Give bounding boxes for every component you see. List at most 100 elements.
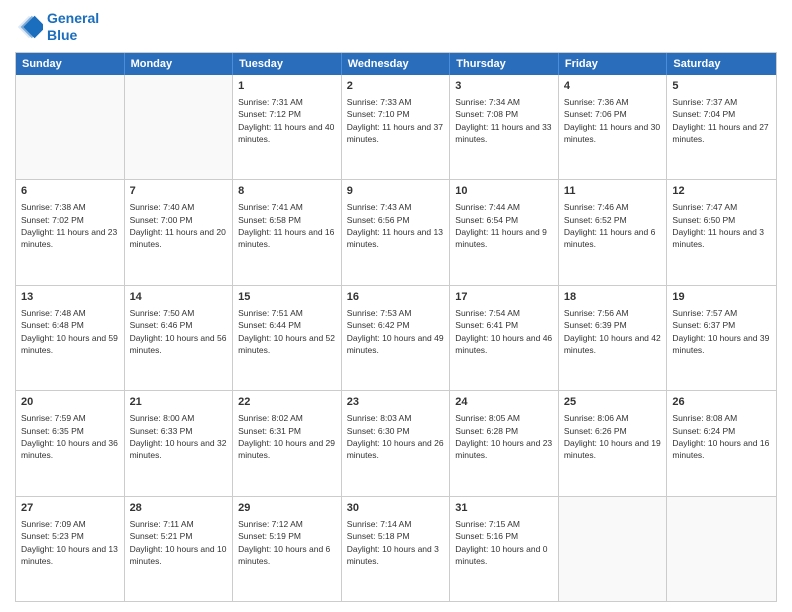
- day-number: 22: [238, 395, 336, 410]
- cell-info: Sunrise: 7:34 AMSunset: 7:08 PMDaylight:…: [455, 96, 553, 145]
- cell-info: Sunrise: 8:08 AMSunset: 6:24 PMDaylight:…: [672, 412, 771, 461]
- cell-info: Sunrise: 8:00 AMSunset: 6:33 PMDaylight:…: [130, 412, 228, 461]
- day-number: 7: [130, 184, 228, 199]
- day-number: 15: [238, 290, 336, 305]
- cell-info: Sunrise: 7:53 AMSunset: 6:42 PMDaylight:…: [347, 307, 445, 356]
- calendar-cell: 31 Sunrise: 7:15 AMSunset: 5:16 PMDayligh…: [450, 497, 559, 601]
- cell-info: Sunrise: 7:14 AMSunset: 5:18 PMDaylight:…: [347, 518, 445, 567]
- day-number: 8: [238, 184, 336, 199]
- cell-info: Sunrise: 7:36 AMSunset: 7:06 PMDaylight:…: [564, 96, 662, 145]
- day-number: 9: [347, 184, 445, 199]
- day-number: 24: [455, 395, 553, 410]
- cell-info: Sunrise: 7:56 AMSunset: 6:39 PMDaylight:…: [564, 307, 662, 356]
- cell-info: Sunrise: 7:48 AMSunset: 6:48 PMDaylight:…: [21, 307, 119, 356]
- calendar-cell: 6 Sunrise: 7:38 AMSunset: 7:02 PMDaylight…: [16, 180, 125, 284]
- calendar-body: 1Sunrise: 7:31 AMSunset: 7:12 PMDaylight…: [16, 75, 776, 601]
- calendar-cell: 28Sunrise: 7:11 AMSunset: 5:21 PMDayligh…: [125, 497, 234, 601]
- cell-info: Sunrise: 8:05 AMSunset: 6:28 PMDaylight:…: [455, 412, 553, 461]
- calendar-cell: 12Sunrise: 7:47 AMSunset: 6:50 PMDayligh…: [667, 180, 776, 284]
- day-number: 13: [21, 290, 119, 305]
- day-number: 31: [455, 501, 553, 516]
- day-number: 5: [672, 79, 771, 94]
- calendar-cell: 19 Sunrise: 7:57 AMSunset: 6:37 PMDayligh…: [667, 286, 776, 390]
- day-number: 10: [455, 184, 553, 199]
- weekday-header: Sunday: [16, 53, 125, 75]
- weekday-header: Wednesday: [342, 53, 451, 75]
- cell-info: Sunrise: 7:46 AMSunset: 6:52 PMDaylight:…: [564, 201, 662, 250]
- cell-info: Sunrise: 7:59 AMSunset: 6:35 PMDaylight:…: [21, 412, 119, 461]
- calendar-cell: 27Sunrise: 7:09 AMSunset: 5:23 PMDayligh…: [16, 497, 125, 601]
- calendar-cell: 1Sunrise: 7:31 AMSunset: 7:12 PMDaylight…: [233, 75, 342, 179]
- calendar-header: SundayMondayTuesdayWednesdayThursdayFrid…: [16, 53, 776, 75]
- calendar-cell: 9 Sunrise: 7:43 AMSunset: 6:56 PMDaylight…: [342, 180, 451, 284]
- page: General Blue SundayMondayTuesdayWednesda…: [0, 0, 792, 612]
- calendar-row: 27Sunrise: 7:09 AMSunset: 5:23 PMDayligh…: [16, 496, 776, 601]
- day-number: 26: [672, 395, 771, 410]
- weekday-header: Friday: [559, 53, 668, 75]
- cell-info: Sunrise: 7:57 AMSunset: 6:37 PMDaylight:…: [672, 307, 771, 356]
- calendar-cell: 3 Sunrise: 7:34 AMSunset: 7:08 PMDaylight…: [450, 75, 559, 179]
- day-number: 25: [564, 395, 662, 410]
- calendar-cell: 17 Sunrise: 7:54 AMSunset: 6:41 PMDayligh…: [450, 286, 559, 390]
- day-number: 17: [455, 290, 553, 305]
- cell-info: Sunrise: 7:43 AMSunset: 6:56 PMDaylight:…: [347, 201, 445, 250]
- calendar-row: 13 Sunrise: 7:48 AMSunset: 6:48 PMDayligh…: [16, 285, 776, 390]
- calendar-cell: 4 Sunrise: 7:36 AMSunset: 7:06 PMDaylight…: [559, 75, 668, 179]
- calendar-cell: 13 Sunrise: 7:48 AMSunset: 6:48 PMDayligh…: [16, 286, 125, 390]
- cell-info: Sunrise: 7:11 AMSunset: 5:21 PMDaylight:…: [130, 518, 228, 567]
- day-number: 12: [672, 184, 771, 199]
- calendar-cell: 30 Sunrise: 7:14 AMSunset: 5:18 PMDayligh…: [342, 497, 451, 601]
- cell-info: Sunrise: 7:50 AMSunset: 6:46 PMDaylight:…: [130, 307, 228, 356]
- calendar-cell: 10Sunrise: 7:44 AMSunset: 6:54 PMDayligh…: [450, 180, 559, 284]
- day-number: 2: [347, 79, 445, 94]
- header: General Blue: [15, 10, 777, 44]
- calendar-cell: 26 Sunrise: 8:08 AMSunset: 6:24 PMDayligh…: [667, 391, 776, 495]
- day-number: 20: [21, 395, 119, 410]
- calendar-cell: 29Sunrise: 7:12 AMSunset: 5:19 PMDayligh…: [233, 497, 342, 601]
- cell-info: Sunrise: 7:41 AMSunset: 6:58 PMDaylight:…: [238, 201, 336, 250]
- calendar-cell: 21 Sunrise: 8:00 AMSunset: 6:33 PMDayligh…: [125, 391, 234, 495]
- day-number: 6: [21, 184, 119, 199]
- cell-info: Sunrise: 7:15 AMSunset: 5:16 PMDaylight:…: [455, 518, 553, 567]
- calendar-cell: 8 Sunrise: 7:41 AMSunset: 6:58 PMDaylight…: [233, 180, 342, 284]
- weekday-header: Tuesday: [233, 53, 342, 75]
- cell-info: Sunrise: 7:51 AMSunset: 6:44 PMDaylight:…: [238, 307, 336, 356]
- day-number: 16: [347, 290, 445, 305]
- day-number: 21: [130, 395, 228, 410]
- calendar-row: 20 Sunrise: 7:59 AMSunset: 6:35 PMDayligh…: [16, 390, 776, 495]
- day-number: 30: [347, 501, 445, 516]
- logo: General Blue: [15, 10, 99, 44]
- calendar-cell: 16 Sunrise: 7:53 AMSunset: 6:42 PMDayligh…: [342, 286, 451, 390]
- cell-info: Sunrise: 8:02 AMSunset: 6:31 PMDaylight:…: [238, 412, 336, 461]
- calendar-cell: [667, 497, 776, 601]
- day-number: 19: [672, 290, 771, 305]
- calendar-cell: [125, 75, 234, 179]
- calendar-row: 6 Sunrise: 7:38 AMSunset: 7:02 PMDaylight…: [16, 179, 776, 284]
- day-number: 14: [130, 290, 228, 305]
- day-number: 3: [455, 79, 553, 94]
- weekday-header: Saturday: [667, 53, 776, 75]
- cell-info: Sunrise: 7:54 AMSunset: 6:41 PMDaylight:…: [455, 307, 553, 356]
- day-number: 11: [564, 184, 662, 199]
- day-number: 29: [238, 501, 336, 516]
- cell-info: Sunrise: 7:37 AMSunset: 7:04 PMDaylight:…: [672, 96, 771, 145]
- calendar-row: 1Sunrise: 7:31 AMSunset: 7:12 PMDaylight…: [16, 75, 776, 179]
- weekday-header: Monday: [125, 53, 234, 75]
- day-number: 4: [564, 79, 662, 94]
- day-number: 18: [564, 290, 662, 305]
- day-number: 27: [21, 501, 119, 516]
- calendar-cell: 25 Sunrise: 8:06 AMSunset: 6:26 PMDayligh…: [559, 391, 668, 495]
- calendar-cell: 5 Sunrise: 7:37 AMSunset: 7:04 PMDaylight…: [667, 75, 776, 179]
- cell-info: Sunrise: 7:40 AMSunset: 7:00 PMDaylight:…: [130, 201, 228, 250]
- calendar-cell: 24 Sunrise: 8:05 AMSunset: 6:28 PMDayligh…: [450, 391, 559, 495]
- cell-info: Sunrise: 8:03 AMSunset: 6:30 PMDaylight:…: [347, 412, 445, 461]
- cell-info: Sunrise: 8:06 AMSunset: 6:26 PMDaylight:…: [564, 412, 662, 461]
- logo-icon: [15, 13, 43, 41]
- calendar-cell: 20 Sunrise: 7:59 AMSunset: 6:35 PMDayligh…: [16, 391, 125, 495]
- calendar-cell: [559, 497, 668, 601]
- cell-info: Sunrise: 7:38 AMSunset: 7:02 PMDaylight:…: [21, 201, 119, 250]
- day-number: 23: [347, 395, 445, 410]
- calendar-cell: 22 Sunrise: 8:02 AMSunset: 6:31 PMDayligh…: [233, 391, 342, 495]
- cell-info: Sunrise: 7:33 AMSunset: 7:10 PMDaylight:…: [347, 96, 445, 145]
- calendar-cell: [16, 75, 125, 179]
